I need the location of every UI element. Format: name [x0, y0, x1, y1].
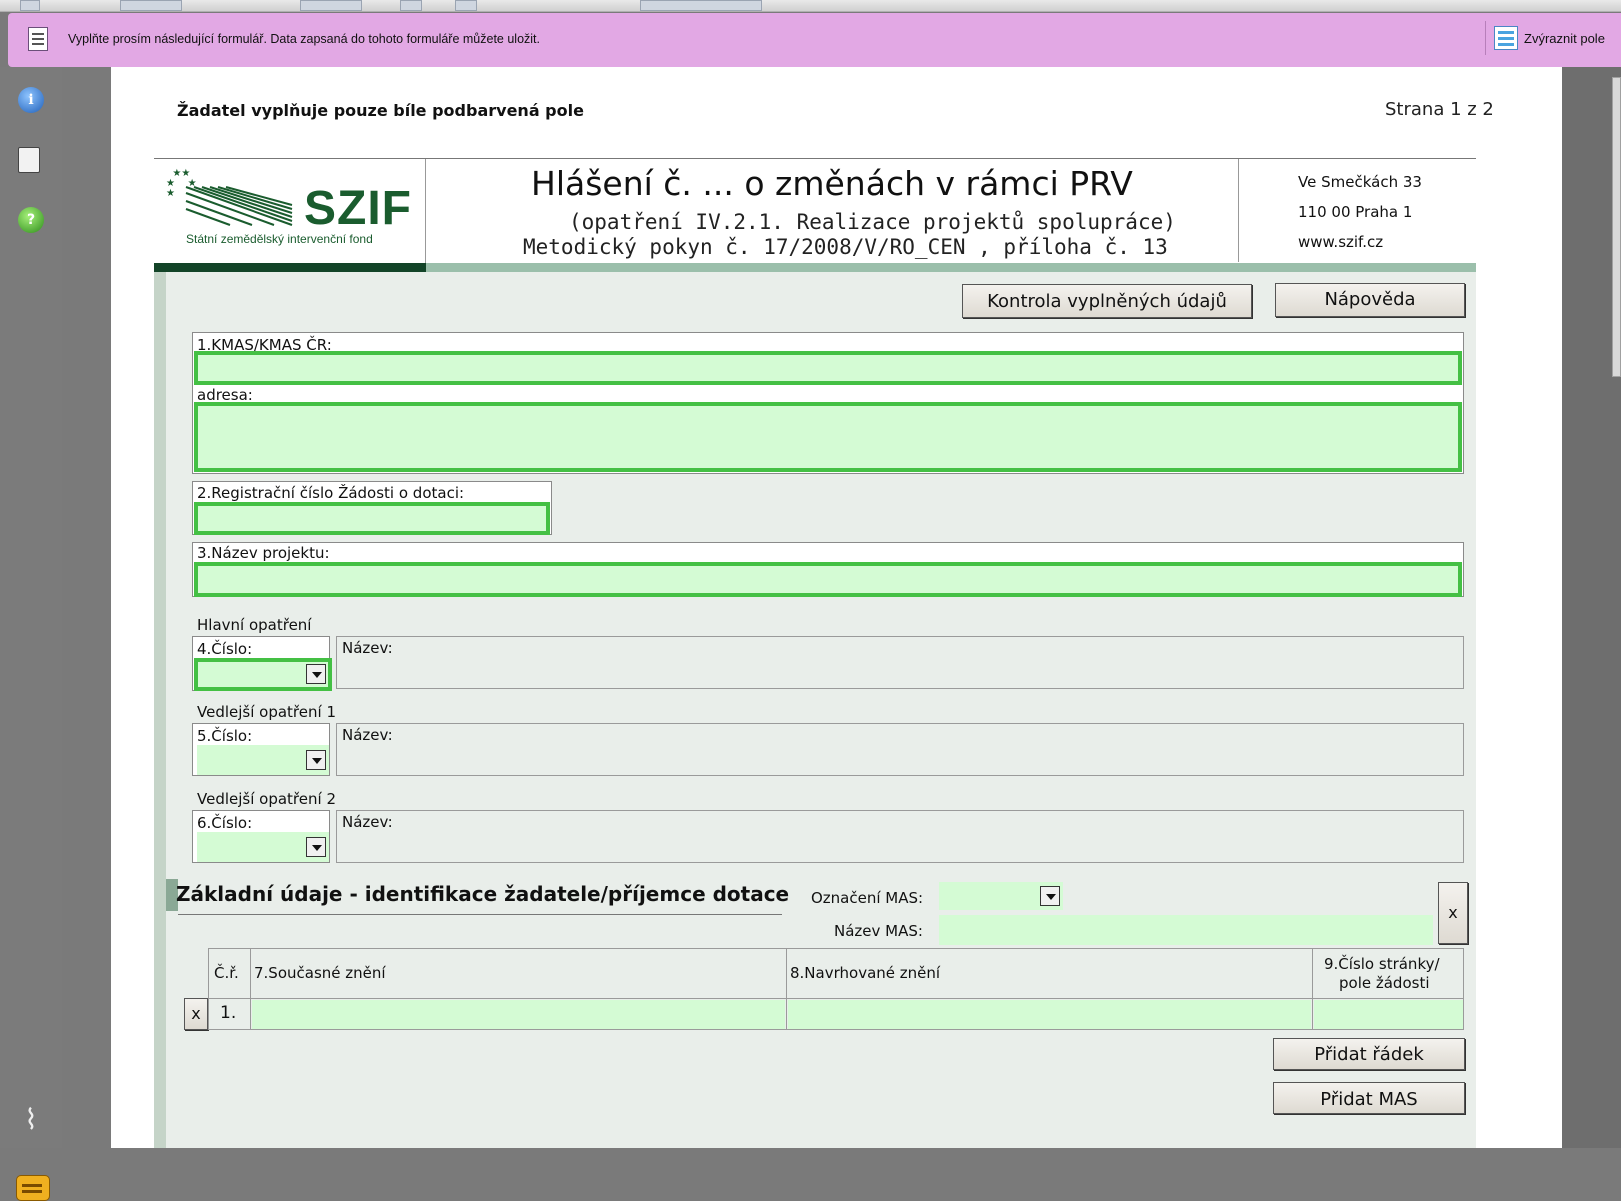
help-icon[interactable]: ?	[18, 207, 44, 233]
address-web: www.szif.cz	[1298, 233, 1384, 251]
measure5-number-label: 5.Číslo:	[197, 727, 253, 745]
left-nav-panel: i ? ⌇	[0, 67, 62, 1201]
section-underline	[178, 914, 782, 915]
form-area: Kontrola vyplněných údajů Nápověda 1.KMA…	[154, 272, 1476, 1148]
toolbar-icon-tool[interactable]	[400, 0, 422, 11]
table-header-page: 9.Číslo stránky/	[1324, 955, 1440, 973]
notice-text: Vyplňte prosím následující formulář. Dat…	[68, 32, 540, 46]
add-row-button[interactable]: Přidat řádek	[1273, 1038, 1465, 1070]
chevron-down-icon[interactable]	[306, 837, 326, 857]
mas-name-label: Název MAS:	[834, 922, 923, 940]
measure4-number-label: 4.Číslo:	[197, 640, 253, 658]
logo-wordmark: SZIF	[304, 182, 412, 235]
logo-field-graphic	[185, 186, 293, 226]
table-header-rownum: Č.ř.	[214, 964, 239, 982]
info-icon[interactable]: i	[18, 87, 44, 113]
address-divider	[1238, 159, 1239, 262]
chevron-down-icon[interactable]	[1040, 886, 1060, 906]
szif-logo: ★★ ★ ★ ★ SZIF Státní zemědělský intervenčn…	[154, 159, 426, 272]
page-number: Strana 1 z 2	[1385, 99, 1494, 120]
header-green-band	[426, 263, 1476, 272]
reg-number-input[interactable]	[194, 502, 550, 535]
table-header-proposed: 8.Navrhované znění	[790, 964, 941, 982]
form-subtitle: (opatření IV.2.1. Realizace projektů spo…	[569, 210, 1176, 234]
mas-label: Označení MAS:	[811, 889, 924, 907]
attachment-icon[interactable]: ⌇	[18, 1106, 44, 1134]
scrollbar-thumb[interactable]	[1612, 77, 1621, 377]
toolbar-icon-save[interactable]	[20, 0, 40, 11]
address-street: Ve Smečkách 33	[1298, 173, 1422, 191]
project-name-label: 3.Název projektu:	[197, 544, 330, 562]
highlight-fields-icon	[1494, 26, 1518, 50]
add-mas-button[interactable]: Přidat MAS	[1273, 1082, 1465, 1114]
instruction-note: Žadatel vyplňuje pouze bíle podbarvená p…	[177, 101, 584, 120]
page-field-input[interactable]	[1314, 1000, 1463, 1029]
table-header-page-field: pole žádosti	[1339, 974, 1430, 992]
measure6-name-label: Název:	[342, 813, 393, 831]
form-notice-bar: Vyplňte prosím následující formulář. Dat…	[8, 13, 1621, 67]
secondary-measure2-heading: Vedlejší opatření 2	[197, 790, 336, 808]
pages-icon[interactable]	[18, 147, 40, 173]
proposed-text-input[interactable]	[788, 1000, 1311, 1029]
remove-row-button[interactable]: x	[184, 998, 208, 1030]
highlight-fields-label: Zvýraznit pole	[1524, 31, 1605, 46]
reg-number-label: 2.Registrační číslo Žádosti o dotaci:	[197, 484, 465, 502]
highlight-fields-button[interactable]: Zvýraznit pole	[1485, 21, 1621, 55]
measure4-name-label: Název:	[342, 639, 393, 657]
mas-name-input[interactable]	[939, 915, 1433, 945]
measure6-number-label: 6.Číslo:	[197, 814, 253, 832]
address-city: 110 00 Praha 1	[1298, 203, 1413, 221]
document-page: Žadatel vyplňuje pouze bíle podbarvená p…	[111, 67, 1562, 1148]
check-fields-button[interactable]: Kontrola vyplněných údajů	[962, 284, 1252, 318]
form-document-icon	[28, 27, 48, 51]
logo-underbar	[154, 263, 426, 272]
address-input[interactable]	[194, 402, 1462, 472]
logo-subtitle: Státní zemědělský intervenční fond	[186, 232, 373, 246]
form-guideline: Metodický pokyn č. 17/2008/V/RO_CEN , př…	[523, 235, 1168, 259]
measure4-name-box	[336, 636, 1464, 689]
table-header-current: 7.Současné znění	[254, 964, 386, 982]
toolbar-strip	[0, 0, 1621, 12]
chevron-down-icon[interactable]	[306, 664, 326, 684]
project-name-input[interactable]	[194, 562, 1462, 597]
measure6-name-box	[336, 810, 1464, 863]
chevron-down-icon[interactable]	[306, 750, 326, 770]
main-measure-heading: Hlavní opatření	[197, 616, 312, 634]
secondary-measure1-heading: Vedlejší opatření 1	[197, 703, 336, 721]
kmas-input[interactable]	[194, 351, 1462, 385]
help-button[interactable]: Nápověda	[1275, 283, 1465, 317]
toolbar-icon-page[interactable]	[120, 0, 182, 11]
toolbar-icon-select[interactable]	[455, 0, 477, 11]
table-row-number: 1.	[220, 1003, 237, 1023]
toolbar-search-field[interactable]	[640, 0, 762, 11]
measure5-name-label: Název:	[342, 726, 393, 744]
current-text-input[interactable]	[252, 1000, 785, 1029]
toolbar-icon-zoom[interactable]	[300, 0, 362, 11]
comment-icon[interactable]	[16, 1175, 50, 1201]
form-title: Hlášení č. ... o změnách v rámci PRV	[531, 164, 1133, 203]
measure5-name-box	[336, 723, 1464, 776]
remove-mas-button[interactable]: x	[1438, 882, 1468, 944]
section-title: Základní údaje - identifikace žadatele/p…	[176, 882, 790, 906]
